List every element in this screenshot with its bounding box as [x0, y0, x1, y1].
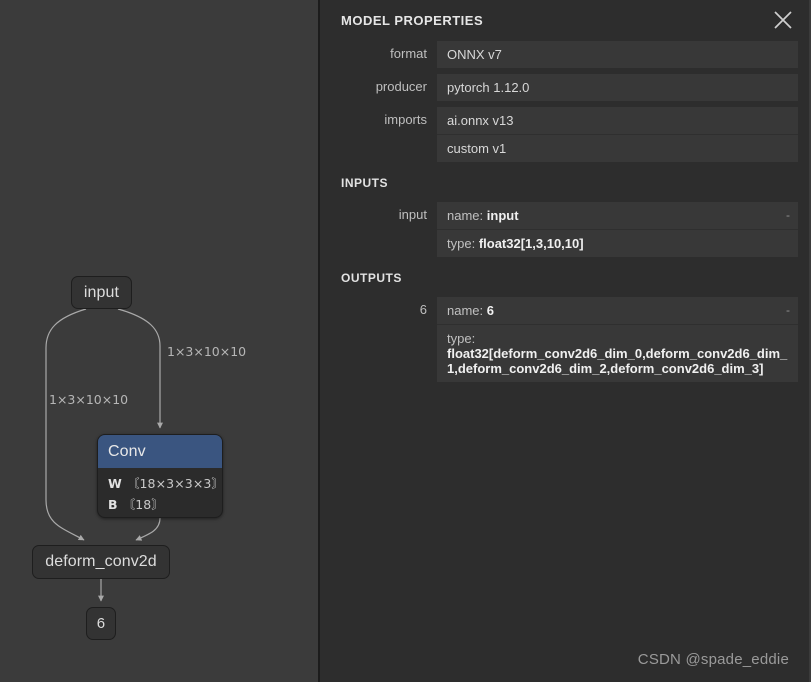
- edge-label-input-conv: 1×3×10×10: [167, 344, 247, 359]
- output-values: name: 6 - type: float32[deform_conv2d6_d…: [437, 297, 798, 382]
- section-heading-inputs: INPUTS: [341, 176, 389, 190]
- graph-node-output-6[interactable]: 6: [86, 607, 116, 640]
- edge-input-to-deform: [45, 308, 87, 541]
- property-value: ai.onnx v13: [437, 107, 798, 134]
- graph-node-conv-header: Conv: [98, 435, 222, 468]
- input-name-value: input: [486, 208, 519, 223]
- property-label: producer: [375, 79, 427, 94]
- page-title: MODEL PROPERTIES: [341, 13, 484, 28]
- conv-attribute-key: W: [108, 476, 122, 491]
- edge-input-to-conv: [117, 308, 163, 429]
- output-name-value: 6: [486, 303, 494, 318]
- property-values: pytorch 1.12.0: [437, 74, 798, 101]
- conv-attribute-row: W 〘18×3×3×3〙: [108, 473, 222, 494]
- graph-node-output-6-label: 6: [96, 615, 106, 632]
- output-label: 6: [419, 302, 427, 317]
- conv-attribute-key: B: [108, 497, 118, 512]
- graph-node-conv[interactable]: Conv W 〘18×3×3×3〙 B 〘18〙: [97, 434, 223, 518]
- property-values: ONNX v7: [437, 41, 798, 68]
- property-value: ONNX v7: [437, 41, 798, 68]
- conv-attribute-value: 〘18×3×3×3〙: [126, 476, 223, 491]
- output-type-key: type:: [447, 331, 476, 346]
- conv-attribute-value: 〘18〙: [122, 497, 164, 512]
- output-type-box: type: float32[deform_conv2d6_dim_0,defor…: [437, 324, 798, 382]
- property-values: ai.onnx v13 custom v1: [437, 107, 798, 162]
- panel-header: MODEL PROPERTIES: [320, 0, 809, 41]
- input-name-box: name: input -: [437, 202, 798, 229]
- graph-node-conv-attributes: W 〘18×3×3×3〙 B 〘18〙: [98, 468, 222, 517]
- netron-window: input 1×3×10×10 1×3×10×10 Conv W 〘18×3×3×…: [0, 0, 811, 682]
- graph-canvas[interactable]: input 1×3×10×10 1×3×10×10 Conv W 〘18×3×3×…: [0, 0, 320, 682]
- conv-attribute-row: B 〘18〙: [108, 494, 222, 515]
- property-value: pytorch 1.12.0: [437, 74, 798, 101]
- model-properties-list: format ONNX v7 producer pytorch 1.12.0 i…: [320, 41, 809, 382]
- input-name-key: name:: [447, 208, 484, 223]
- property-value: custom v1: [437, 134, 798, 162]
- property-row-producer: producer pytorch 1.12.0: [320, 74, 809, 101]
- property-row-format: format ONNX v7: [320, 41, 809, 68]
- model-properties-panel: MODEL PROPERTIES format ONNX v7 producer…: [320, 0, 809, 682]
- output-type-value: float32[deform_conv2d6_dim_0,deform_conv…: [447, 346, 788, 376]
- graph-node-input-label: input: [83, 283, 120, 301]
- close-icon[interactable]: [769, 6, 797, 34]
- section-heading-outputs: OUTPUTS: [341, 271, 402, 285]
- edge-conv-to-deform: [135, 517, 161, 541]
- property-row-imports: imports ai.onnx v13 custom v1: [320, 107, 809, 162]
- graph-edges: [45, 308, 163, 602]
- output-name-key: name:: [447, 303, 484, 318]
- property-label: format: [390, 46, 427, 61]
- graph-node-input[interactable]: input: [71, 276, 132, 309]
- output-row-6: 6 name: 6 - type: float32[deform_conv2d6…: [320, 297, 809, 382]
- output-name-box: name: 6 -: [437, 297, 798, 324]
- property-label: imports: [384, 112, 427, 127]
- input-type-box: type: float32[1,3,10,10]: [437, 229, 798, 257]
- input-label: input: [398, 207, 427, 222]
- output-trailing-dash: -: [786, 303, 790, 317]
- input-trailing-dash: -: [786, 208, 790, 222]
- input-type-key: type:: [447, 236, 476, 251]
- input-type-value: float32[1,3,10,10]: [478, 236, 584, 251]
- graph-node-deform-conv2d-label: deform_conv2d: [45, 553, 157, 570]
- graph-node-deform-conv2d[interactable]: deform_conv2d: [32, 545, 170, 579]
- input-values: name: input - type: float32[1,3,10,10]: [437, 202, 798, 257]
- input-row-input: input name: input - type: float32[1,3,10…: [320, 202, 809, 257]
- graph-node-conv-title: Conv: [108, 442, 146, 460]
- watermark: CSDN @spade_eddie: [637, 651, 789, 668]
- edge-label-input-deform: 1×3×10×10: [49, 392, 129, 407]
